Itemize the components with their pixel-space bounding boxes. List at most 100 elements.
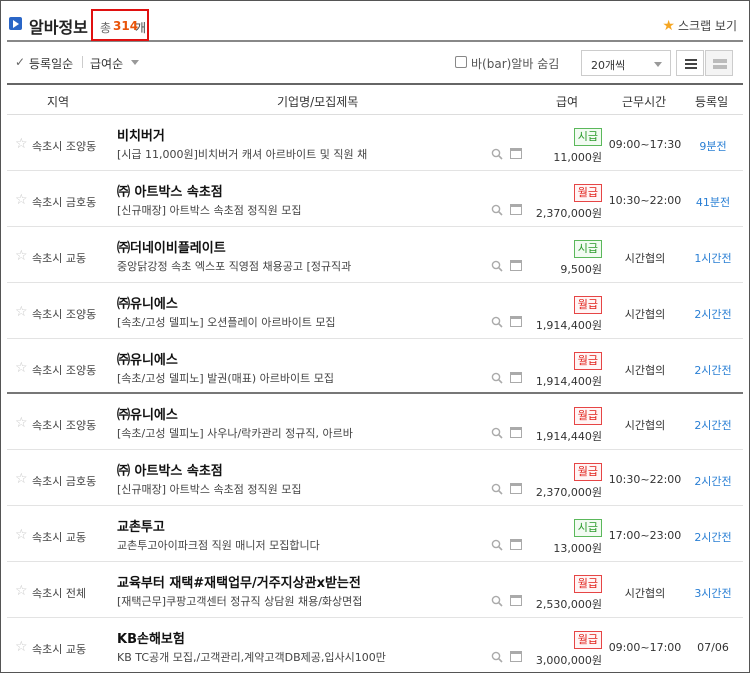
new-window-icon[interactable] bbox=[510, 259, 522, 271]
table-row[interactable]: ☆ 속초시 조양동 ㈜유니에스 [속초/고성 델피노] 오션플레이 아르바이트 … bbox=[7, 283, 743, 339]
table-row[interactable]: ☆ 속초시 금호동 ㈜ 아트박스 속초점 [신규매장] 아트박스 속초점 정직원… bbox=[7, 450, 743, 507]
row-region: 속초시 금호동 bbox=[32, 475, 97, 489]
star-icon[interactable]: ☆ bbox=[15, 360, 28, 376]
star-icon[interactable]: ☆ bbox=[15, 639, 28, 655]
row-company[interactable]: ㈜유니에스 bbox=[117, 404, 178, 423]
row-company[interactable]: 교육부터 재택#재택업무/거주지상관x받는전 bbox=[117, 572, 361, 591]
row-title[interactable]: [속초/고성 델피노] 사우나/락카관리 정규직, 아르바 bbox=[117, 425, 407, 441]
row-company[interactable]: 교촌투고 bbox=[117, 516, 165, 535]
row-pay: 2,370,000원 bbox=[535, 206, 602, 220]
zoom-icon[interactable] bbox=[491, 595, 503, 607]
row-title[interactable]: [신규매장] 아트박스 속초점 정직원 모집 bbox=[117, 202, 407, 218]
row-company[interactable]: ㈜유니에스 bbox=[117, 293, 178, 312]
table-row[interactable]: ☆ 속초시 금호동 ㈜ 아트박스 속초점 [신규매장] 아트박스 속초점 정직원… bbox=[7, 171, 743, 227]
row-pay: 11,000원 bbox=[553, 151, 602, 164]
zoom-icon[interactable] bbox=[491, 316, 503, 328]
table-row[interactable]: ☆ 속초시 조양동 ㈜유니에스 [속초/고성 델피노] 발권(매표) 아르바이트… bbox=[7, 339, 743, 395]
scrap-view-link[interactable]: ★ 스크랩 보기 bbox=[662, 17, 737, 34]
new-window-icon[interactable] bbox=[510, 371, 522, 383]
zoom-icon[interactable] bbox=[491, 539, 503, 551]
list-icon-line bbox=[685, 67, 697, 69]
row-title[interactable]: [재택근무]쿠팡고객센터 정규직 상담원 채용/화상면접 bbox=[117, 593, 407, 609]
row-pay: 9,500원 bbox=[560, 262, 602, 276]
star-icon[interactable]: ☆ bbox=[15, 248, 28, 264]
star-icon[interactable]: ☆ bbox=[15, 415, 28, 431]
hide-bar-jobs-checkbox[interactable] bbox=[455, 56, 467, 68]
new-window-icon[interactable] bbox=[510, 539, 522, 551]
new-window-icon[interactable] bbox=[510, 595, 522, 607]
pay-type-badge: 월급 bbox=[573, 407, 602, 426]
row-title[interactable]: 중앙닭강정 속초 엑스포 직영점 채용공고 [정규직과 bbox=[117, 258, 407, 274]
star-icon[interactable]: ☆ bbox=[15, 471, 28, 487]
zoom-icon[interactable] bbox=[491, 483, 503, 495]
row-date: 2시간전 bbox=[694, 363, 732, 377]
zoom-icon[interactable] bbox=[491, 427, 503, 440]
pay-type-badge: 월급 bbox=[573, 351, 602, 370]
new-window-icon[interactable] bbox=[510, 315, 522, 327]
col-pay: 급여 bbox=[556, 95, 579, 109]
row-company[interactable]: KB손해보험 bbox=[117, 628, 185, 647]
row-pay: 13,000원 bbox=[553, 542, 602, 556]
row-company[interactable]: ㈜ 아트박스 속초점 bbox=[117, 181, 223, 200]
new-window-icon[interactable] bbox=[510, 203, 522, 215]
row-region: 속초시 조양동 bbox=[32, 140, 97, 153]
star-icon[interactable]: ☆ bbox=[15, 527, 28, 543]
row-company[interactable]: 비치버거 bbox=[117, 125, 165, 144]
row-region: 속초시 금호동 bbox=[32, 195, 97, 209]
star-icon[interactable]: ☆ bbox=[15, 136, 28, 152]
hide-bar-jobs-label[interactable]: 바(bar)알바 숨김 bbox=[471, 55, 559, 72]
list-view-button[interactable] bbox=[676, 50, 704, 76]
zoom-icon[interactable] bbox=[491, 148, 503, 160]
new-window-icon[interactable] bbox=[510, 148, 522, 159]
new-window-icon[interactable] bbox=[510, 483, 522, 495]
pay-type-badge: 시급 bbox=[573, 519, 602, 538]
card-view-button[interactable] bbox=[705, 50, 733, 76]
table-row[interactable]: ☆ 속초시 조양동 비치버거 [시급 11,000원]비치버거 캐셔 아르바이트… bbox=[7, 115, 743, 171]
row-time: 시간협의 bbox=[624, 251, 666, 265]
chevron-down-icon[interactable] bbox=[131, 60, 139, 65]
panel-header: 알바정보 총 314 개 ★ 스크랩 보기 bbox=[7, 9, 743, 42]
row-title[interactable]: KB TC공개 모집,/고객관리,계약고객DB제공,입사시100만 bbox=[117, 649, 407, 665]
per-page-select[interactable]: 20개씩 bbox=[581, 50, 671, 76]
section-title: 알바정보 bbox=[29, 18, 88, 37]
total-count-badge: 총 314 개 bbox=[91, 9, 149, 41]
star-icon[interactable]: ☆ bbox=[15, 304, 28, 320]
sort-by-pay[interactable]: 급여순 bbox=[90, 55, 123, 72]
row-company[interactable]: ㈜유니에스 bbox=[117, 349, 178, 368]
total-unit: 개 bbox=[135, 21, 147, 35]
row-title[interactable]: 교촌투고아이파크점 직원 매니저 모집합니다 bbox=[117, 537, 407, 553]
row-company[interactable]: ㈜더네이비플레이트 bbox=[117, 237, 226, 256]
sort-by-date[interactable]: 등록일순 bbox=[29, 55, 73, 72]
table-row[interactable]: ☆ 속초시 교동 교촌투고 교촌투고아이파크점 직원 매니저 모집합니다 시급 … bbox=[7, 506, 743, 563]
star-icon[interactable]: ☆ bbox=[15, 192, 28, 208]
zoom-icon[interactable] bbox=[491, 651, 503, 663]
row-title[interactable]: [속초/고성 델피노] 오션플레이 아르바이트 모집 bbox=[117, 314, 407, 330]
row-date: 07/06 bbox=[697, 641, 729, 655]
table-row[interactable]: ☆ 속초시 조양동 ㈜유니에스 [속초/고성 델피노] 사우나/락카관리 정규직… bbox=[7, 394, 743, 451]
row-time: 17:00~23:00 bbox=[608, 529, 682, 543]
table-row[interactable]: ☆ 속초시 전체 교육부터 재택#재택업무/거주지상관x받는전 [재택근무]쿠팡… bbox=[7, 562, 743, 619]
row-time: 시간협의 bbox=[624, 307, 666, 321]
section-arrow-icon bbox=[9, 17, 22, 30]
zoom-icon[interactable] bbox=[491, 260, 503, 272]
new-window-icon[interactable] bbox=[510, 427, 522, 439]
zoom-icon[interactable] bbox=[491, 204, 503, 216]
table-row[interactable]: ☆ 속초시 교동 ㈜더네이비플레이트 중앙닭강정 속초 엑스포 직영점 채용공고… bbox=[7, 227, 743, 283]
scrap-label: 스크랩 보기 bbox=[677, 19, 737, 33]
pay-type-badge: 월급 bbox=[573, 631, 602, 650]
new-window-icon[interactable] bbox=[510, 651, 522, 663]
row-title[interactable]: [신규매장] 아트박스 속초점 정직원 모집 bbox=[117, 481, 407, 497]
row-pay: 1,914,400원 bbox=[535, 318, 602, 332]
star-icon: ★ bbox=[662, 18, 675, 34]
zoom-icon[interactable] bbox=[491, 372, 503, 384]
row-title[interactable]: [속초/고성 델피노] 발권(매표) 아르바이트 모집 bbox=[117, 370, 407, 386]
table-row[interactable]: ☆ 속초시 교동 KB손해보험 KB TC공개 모집,/고객관리,계약고객DB제… bbox=[7, 618, 743, 673]
row-time: 시간협의 bbox=[624, 587, 666, 601]
col-date: 등록일 bbox=[695, 95, 729, 109]
row-title[interactable]: [시급 11,000원]비치버거 캐셔 아르바이트 및 직원 채 bbox=[117, 146, 407, 162]
row-region: 속초시 전체 bbox=[32, 587, 87, 601]
card-icon-bar bbox=[713, 65, 727, 69]
row-company[interactable]: ㈜ 아트박스 속초점 bbox=[117, 460, 223, 479]
row-region: 속초시 교동 bbox=[32, 251, 87, 265]
star-icon[interactable]: ☆ bbox=[15, 583, 28, 599]
